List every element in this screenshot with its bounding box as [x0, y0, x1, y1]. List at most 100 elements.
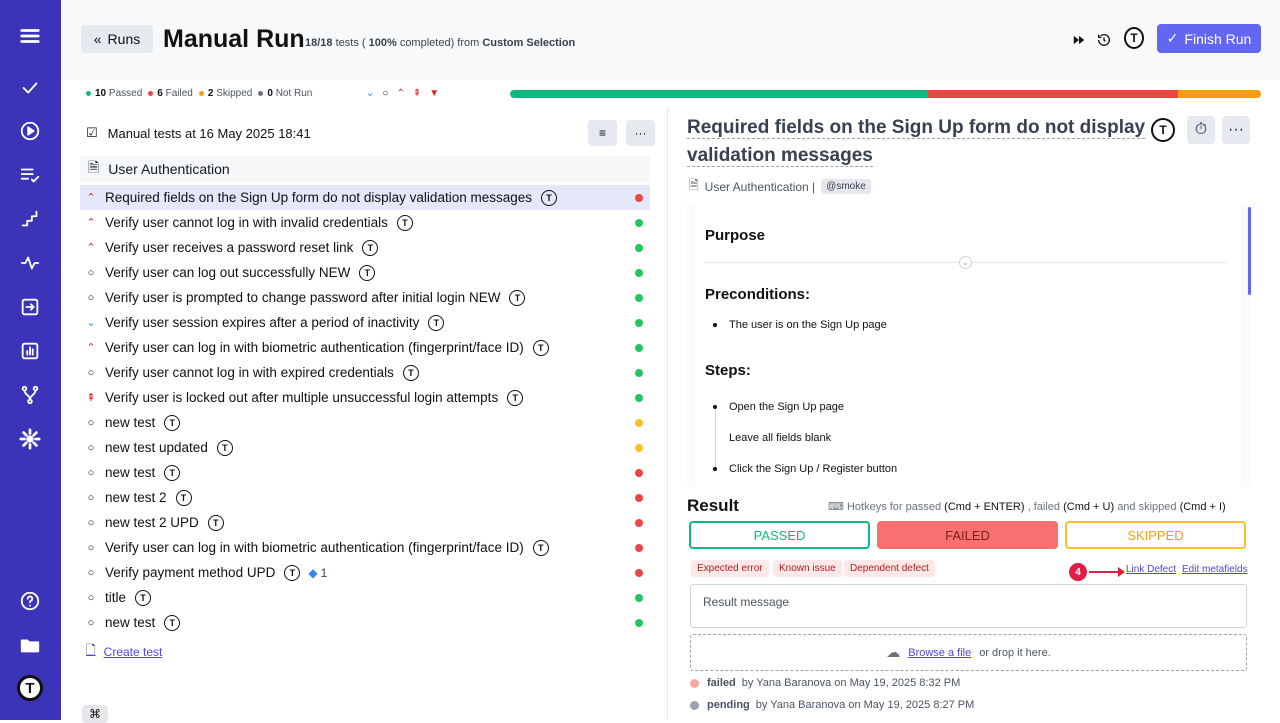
priority-low-icon: ⌄ — [86, 317, 96, 329]
branch-icon[interactable] — [16, 381, 44, 409]
create-test-link[interactable]: 🗋 Create test — [86, 641, 162, 662]
test-title: new test — [105, 465, 156, 480]
cloud-upload-icon: ☁ — [886, 644, 901, 660]
assignee-avatar[interactable]: T — [164, 614, 181, 631]
failed-button[interactable]: FAILED — [877, 521, 1058, 549]
priority-low-icon[interactable]: ⌄ — [366, 88, 374, 99]
assignee-avatar[interactable]: T — [507, 389, 524, 406]
assignee-avatar[interactable]: T — [541, 189, 557, 206]
file-upload-zone[interactable]: ☁ Browse a file or drop it here. — [690, 634, 1247, 671]
assignee-avatar[interactable]: T — [164, 414, 181, 431]
result-message-input[interactable]: Result message — [690, 584, 1247, 628]
status-passed-icon — [635, 319, 643, 327]
pulse-icon[interactable] — [16, 249, 44, 277]
assignee-avatar[interactable]: T — [216, 439, 233, 456]
status-passed-icon — [635, 219, 643, 227]
test-row[interactable]: ○ Verify user cannot log in with expired … — [80, 360, 650, 385]
top-bar: « Runs Manual Run 18/18 tests ( 100% com… — [62, 0, 1280, 99]
browse-file-link[interactable]: Browse a file — [908, 647, 971, 659]
assignee-avatar[interactable]: T — [135, 589, 152, 606]
assignee-avatar[interactable]: T — [207, 514, 224, 531]
command-icon[interactable]: ⌘ — [82, 705, 108, 723]
test-row[interactable]: ○ new test T — [80, 610, 650, 635]
passed-button[interactable]: PASSED — [689, 521, 870, 549]
test-row[interactable]: ○ Verify user is prompted to change passw… — [80, 285, 650, 310]
test-row[interactable]: ○ title T — [80, 585, 650, 610]
description-scrollbar[interactable] — [1248, 207, 1251, 295]
assignee-avatar[interactable]: T — [1124, 27, 1144, 49]
steps-icon[interactable] — [16, 205, 44, 233]
precondition-item: The user is on the Sign Up page — [713, 319, 887, 331]
chip-dependent-defect[interactable]: Dependent defect — [844, 560, 935, 577]
priority-normal-icon: ○ — [87, 616, 95, 629]
import-icon[interactable] — [16, 293, 44, 321]
menu-icon[interactable] — [16, 22, 44, 50]
play-circle-icon[interactable] — [16, 117, 44, 145]
test-row[interactable]: ⇞ Verify user is locked out after multipl… — [80, 385, 650, 410]
assignee-avatar[interactable]: T — [402, 364, 419, 381]
panel-divider[interactable] — [667, 108, 668, 720]
test-title: Required fields on the Sign Up form do n… — [105, 190, 532, 205]
tag-badge[interactable]: @smoke — [821, 179, 871, 194]
test-row[interactable]: ⌃ Required fields on the Sign Up form do … — [80, 185, 650, 210]
test-row[interactable]: ○ Verify user can log in with biometric a… — [80, 535, 650, 560]
priority-critical-icon[interactable]: ⇞ — [413, 88, 421, 99]
bookmark-icon[interactable]: ▼ — [429, 88, 439, 99]
document-icon: 🗎 — [88, 159, 100, 175]
timer-reset-icon[interactable] — [1094, 30, 1114, 50]
back-label: Runs — [107, 31, 141, 47]
timer-icon[interactable]: ⏱ — [1187, 116, 1215, 144]
bar-chart-icon[interactable] — [16, 337, 44, 365]
assignee-avatar[interactable]: T — [362, 239, 379, 256]
finish-run-button[interactable]: ✓ Finish Run — [1157, 24, 1261, 53]
assignee-avatar[interactable]: T — [1149, 116, 1177, 144]
test-row[interactable]: ○ new test 2 UPD T — [80, 510, 650, 535]
folder-icon[interactable] — [16, 631, 44, 659]
check-icon: ✓ — [1166, 30, 1179, 46]
list-view-button[interactable]: ≡ — [588, 120, 617, 146]
assignee-avatar[interactable]: T — [396, 214, 413, 231]
stat-failed: 6 Failed — [148, 88, 193, 99]
assignee-avatar[interactable]: T — [509, 289, 526, 306]
expand-icon[interactable]: ⌄ — [959, 256, 972, 269]
test-row[interactable]: ⌃ Verify user receives a password reset l… — [80, 235, 650, 260]
test-row[interactable]: ⌄ Verify user session expires after a per… — [80, 310, 650, 335]
back-to-runs-button[interactable]: « Runs — [81, 25, 153, 53]
more-options-button[interactable]: ··· — [626, 120, 655, 146]
test-row[interactable]: ○ new test T — [80, 460, 650, 485]
assignee-avatar[interactable]: T — [532, 539, 549, 556]
main-area: « Runs Manual Run 18/18 tests ( 100% com… — [62, 0, 1280, 723]
list-check-icon[interactable] — [16, 161, 44, 189]
jira-icon[interactable]: ◆ — [308, 566, 317, 580]
link-defect-link[interactable]: Link Defect — [1126, 564, 1176, 575]
test-row[interactable]: ○ new test 2 T — [80, 485, 650, 510]
assignee-avatar[interactable]: T — [532, 339, 549, 356]
assignee-avatar[interactable]: T — [428, 314, 445, 331]
gear-icon[interactable] — [16, 425, 44, 453]
assignee-avatar[interactable]: T — [164, 464, 181, 481]
priority-normal-icon[interactable]: ○ — [382, 88, 388, 99]
chip-known-issue[interactable]: Known issue — [773, 560, 842, 577]
test-row[interactable]: ⌃ Verify user can log in with biometric a… — [80, 335, 650, 360]
priority-high-icon[interactable]: ⌃ — [396, 88, 404, 99]
test-row[interactable]: ○ Verify payment method UPD T ◆ 1 — [80, 560, 650, 585]
priority-normal-icon: ○ — [87, 366, 95, 379]
assignee-avatar[interactable]: T — [284, 564, 301, 581]
check-icon[interactable] — [16, 74, 44, 102]
suite-row[interactable]: 🗎 User Authentication — [80, 156, 650, 182]
chip-expected-error[interactable]: Expected error — [691, 560, 769, 577]
fast-forward-icon[interactable] — [1069, 30, 1089, 50]
test-row[interactable]: ○ new test updated T — [80, 435, 650, 460]
status-passed-icon — [635, 269, 643, 277]
test-row[interactable]: ○ Verify user can log out successfully NE… — [80, 260, 650, 285]
skipped-button[interactable]: SKIPPED — [1065, 521, 1246, 549]
more-options-button[interactable]: ··· — [1222, 116, 1250, 144]
help-icon[interactable] — [16, 587, 44, 615]
app-logo[interactable]: T — [17, 675, 43, 701]
test-row[interactable]: ○ new test T — [80, 410, 650, 435]
edit-metafields-link[interactable]: Edit metafields — [1182, 564, 1248, 575]
test-title: new test 2 — [105, 490, 167, 505]
assignee-avatar[interactable]: T — [359, 264, 376, 281]
test-row[interactable]: ⌃ Verify user cannot log in with invalid … — [80, 210, 650, 235]
assignee-avatar[interactable]: T — [175, 489, 192, 506]
